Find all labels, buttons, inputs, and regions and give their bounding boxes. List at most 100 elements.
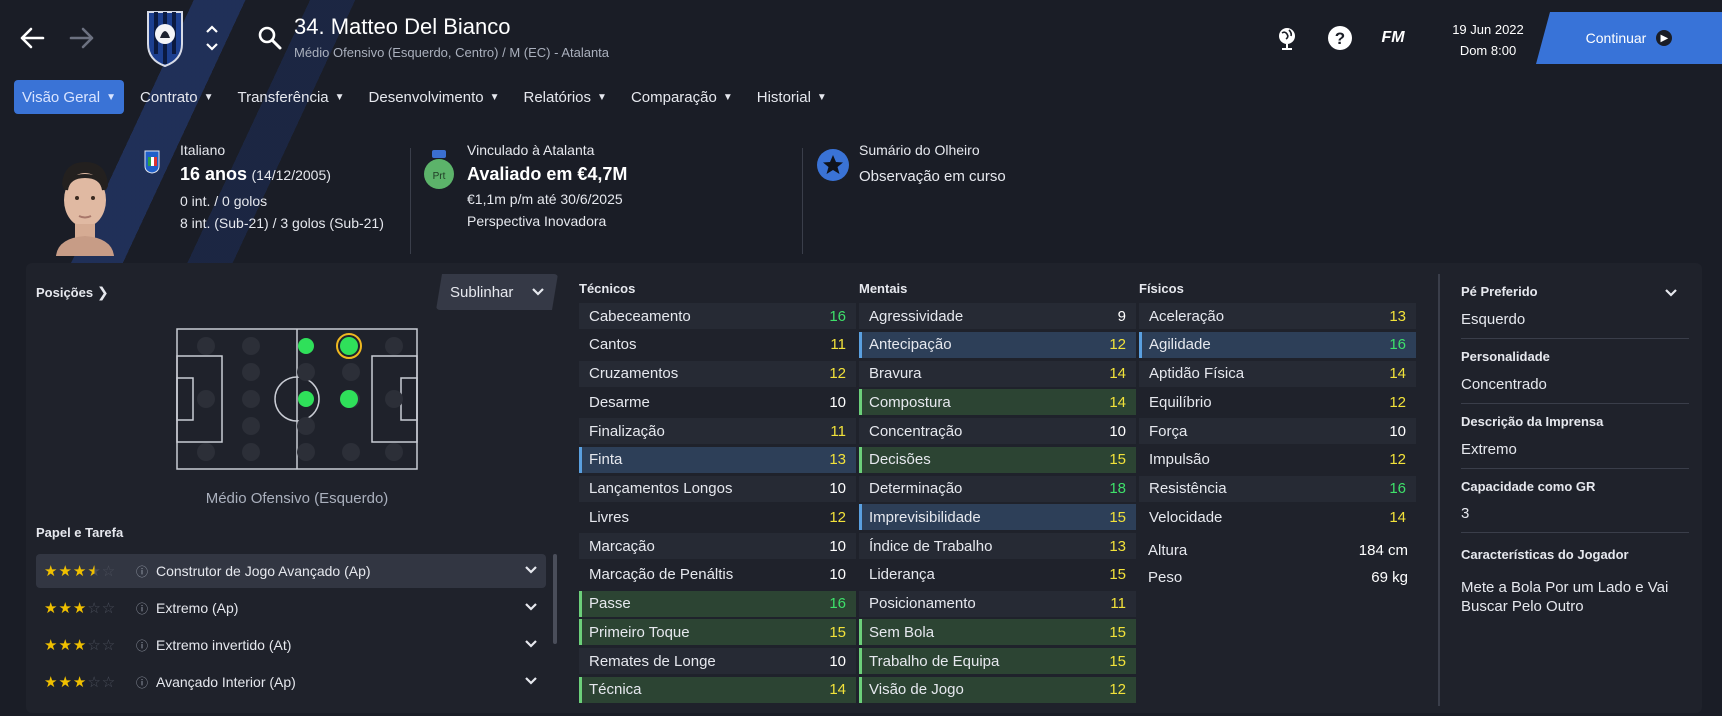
attribute-name: Índice de Trabalho [869,537,993,555]
attribute-name: Marcação [589,537,655,555]
info-icon[interactable]: ⓘ [136,600,156,617]
attribute-row[interactable]: Primeiro Toque 15 [579,619,856,646]
attribute-row[interactable]: Liderança 15 [859,562,1136,588]
attribute-value: 12 [1109,336,1126,354]
attribute-row[interactable]: Marcação 10 [579,533,856,559]
game-date[interactable]: 19 Jun 2022 Dom 8:00 [1436,19,1540,61]
attribute-name: Aceleração [1149,307,1225,325]
attribute-row[interactable]: Agilidade 16 [1139,331,1416,358]
attribute-row[interactable]: Equilíbrio 12 [1139,389,1416,415]
attribute-row[interactable]: Índice de Trabalho 13 [859,533,1136,559]
attribute-name: Determinação [869,480,963,497]
attribute-row[interactable]: Lançamentos Longos 10 [579,475,856,502]
positions-link[interactable]: Posições ❯ [36,284,109,301]
attribute-name: Visão de Jogo [869,681,964,699]
attribute-row[interactable]: Concentração 10 [859,418,1136,444]
attribute-value: 15 [1109,508,1126,526]
attribute-row[interactable]: Passe 16 [579,590,856,617]
attribute-row[interactable]: Finta 13 [579,446,856,473]
club-crest-icon[interactable] [144,8,186,68]
player-switch-arrows[interactable] [204,20,220,56]
attribute-row[interactable]: Força 10 [1139,418,1416,444]
traits-label: Características do Jogador [1461,547,1629,562]
attribute-row[interactable]: Agressividade 9 [859,303,1136,329]
side-collapse-toggle[interactable] [1664,285,1678,303]
role-rating-stars: ★★★☆☆ [44,600,117,617]
attribute-name: Impulsão [1149,451,1210,469]
roles-scrollbar[interactable] [553,554,557,644]
attribute-row[interactable]: Cantos 11 [579,332,856,358]
tab-development[interactable]: Desenvolvimento ▼ [361,80,508,114]
attribute-value: 18 [1109,480,1126,497]
foot-label: Pé Preferido [1461,284,1538,299]
tab-overview[interactable]: Visão Geral ▼ [14,80,125,114]
role-row[interactable]: ★★★☆☆ ⓘ Extremo (Ap) [36,591,546,625]
tab-comparison[interactable]: Comparação ▼ [623,80,741,114]
attribute-row[interactable]: Resistência 16 [1139,475,1416,502]
attribute-row[interactable]: Cabeceamento 16 [579,303,856,329]
tab-history[interactable]: Historial ▼ [749,80,835,114]
tab-bar: Visão Geral ▼ Contrato ▼ Transferência ▼ De… [14,80,835,114]
role-row[interactable]: ★★★★☆ ⓘ Construtor de Jogo Avançado (Ap) [36,554,546,588]
weight-row: Peso 69 kg [1148,569,1408,586]
attribute-value: 15 [1109,566,1126,584]
attribute-row[interactable]: Decisões 15 [859,446,1136,473]
attribute-row[interactable]: Trabalho de Equipa 15 [859,648,1136,674]
info-icon[interactable]: ⓘ [136,637,156,654]
info-icon[interactable]: ⓘ [136,674,156,691]
tab-transfer[interactable]: Transferência ▼ [229,80,352,114]
attribute-row[interactable]: Compostura 14 [859,389,1136,416]
role-name: Extremo invertido (At) [156,637,292,653]
attribute-row[interactable]: Antecipação 12 [859,331,1136,358]
search-icon[interactable] [256,24,284,52]
globe-icon[interactable] [1272,23,1302,53]
continue-button[interactable]: Continuar ▶ [1536,12,1722,64]
attribute-row[interactable]: Aptidão Física 14 [1139,360,1416,387]
attribute-row[interactable]: Posicionamento 11 [859,590,1136,617]
attribute-row[interactable]: Cruzamentos 12 [579,360,856,387]
attribute-row[interactable]: Marcação de Penáltis 10 [579,562,856,588]
info-icon[interactable]: ⓘ [136,563,156,580]
attribute-row[interactable]: Remates de Longe 10 [579,648,856,674]
attribute-row[interactable]: Bravura 14 [859,360,1136,387]
attribute-name: Imprevisibilidade [869,508,981,526]
attribute-row[interactable]: Determinação 18 [859,475,1136,502]
attribute-row[interactable]: Impulsão 12 [1139,447,1416,473]
chevron-down-icon [531,284,545,301]
highlight-dropdown[interactable]: Sublinhar [436,274,558,310]
traits-value: Mete a Bola Por um Lado e Vai Buscar Pel… [1461,579,1669,615]
attribute-row[interactable]: Livres 12 [579,504,856,530]
age: 16 anos [180,164,248,184]
fm-menu-icon[interactable]: FM [1378,23,1408,53]
tab-reports[interactable]: Relatórios ▼ [516,80,615,114]
back-arrow-icon[interactable] [14,20,50,56]
attribute-row[interactable]: Imprevisibilidade 15 [859,504,1136,531]
attribute-row[interactable]: Desarme 10 [579,389,856,415]
attribute-row[interactable]: Visão de Jogo 12 [859,676,1136,703]
chevron-down-icon[interactable] [516,638,546,652]
gk-value: 3 [1461,505,1470,522]
chevron-up-icon[interactable] [204,20,220,38]
attribute-row[interactable]: Sem Bola 15 [859,619,1136,646]
chevron-down-icon[interactable] [516,564,546,578]
attribute-row[interactable]: Técnica 14 [579,676,856,703]
position-pitch[interactable] [176,328,418,470]
divider [1461,468,1689,469]
attribute-value: 15 [829,623,846,641]
help-icon[interactable]: ? [1325,23,1355,53]
chevron-down-icon[interactable] [516,601,546,615]
divider [410,148,411,254]
attribute-row[interactable]: Velocidade 14 [1139,504,1416,530]
tab-contract[interactable]: Contrato ▼ [132,80,221,114]
attribute-row[interactable]: Finalização 11 [579,418,856,444]
club-contract: Vinculado à Atalanta [467,142,595,158]
chevron-down-icon[interactable] [204,38,220,56]
continue-label: Continuar [1585,30,1647,46]
wage: €1,1m p/m até 30/6/2025 [467,191,623,207]
role-row[interactable]: ★★★☆☆ ⓘ Avançado Interior (Ap) [36,665,546,699]
forward-arrow-icon[interactable] [64,20,100,56]
attribute-row[interactable]: Aceleração 13 [1139,303,1416,329]
role-row[interactable]: ★★★☆☆ ⓘ Extremo invertido (At) [36,628,546,662]
attribute-value: 11 [1110,595,1126,612]
chevron-down-icon[interactable] [516,675,546,689]
